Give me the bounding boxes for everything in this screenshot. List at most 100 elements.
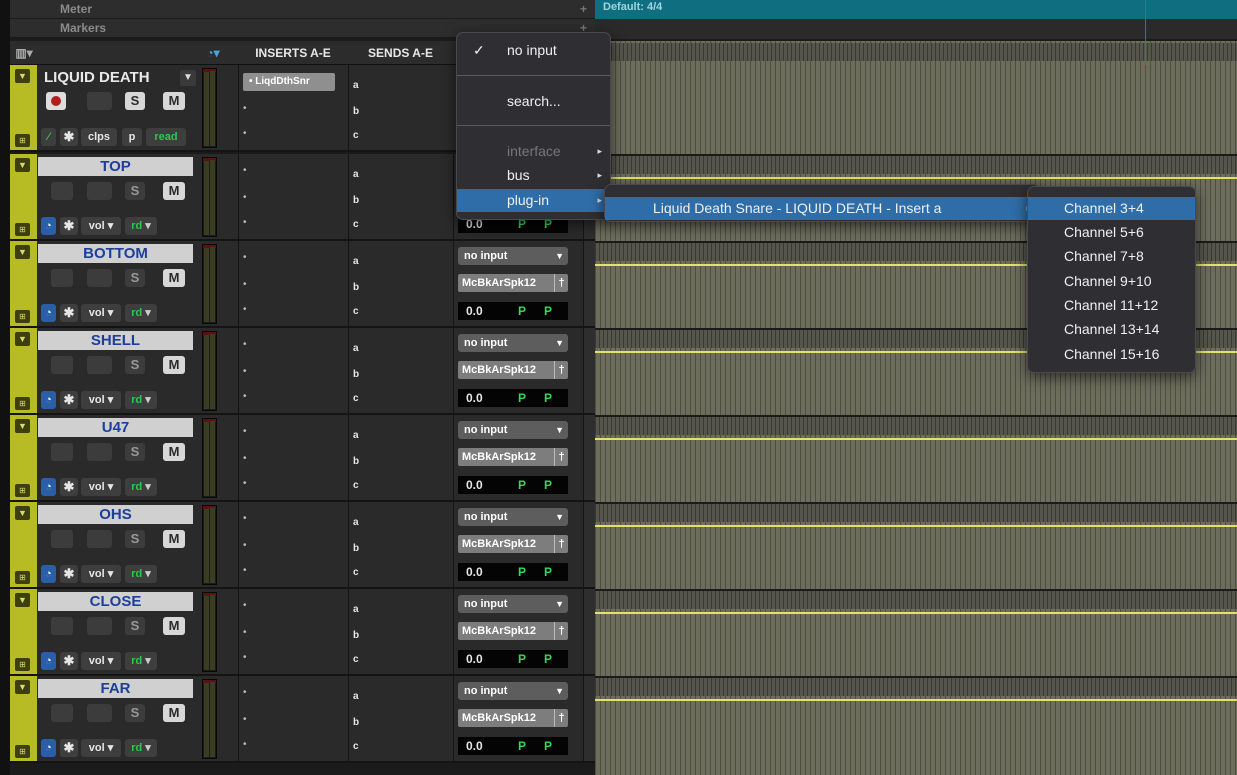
volume-automation-line[interactable] bbox=[595, 438, 1237, 440]
track-view-selector[interactable]: vol ▾ bbox=[81, 391, 121, 409]
send-a[interactable]: a bbox=[353, 514, 443, 532]
volume-automation-line[interactable] bbox=[595, 177, 1237, 179]
send-a[interactable]: a bbox=[353, 340, 443, 358]
send-b[interactable]: b bbox=[353, 192, 443, 210]
send-b[interactable]: b bbox=[353, 714, 443, 732]
input-monitor-button[interactable] bbox=[87, 443, 112, 461]
send-c[interactable]: c bbox=[353, 127, 443, 145]
output-selector[interactable]: McBkArSpk12 † bbox=[458, 448, 568, 466]
insert-c[interactable]: • bbox=[243, 214, 339, 232]
track-color-icon[interactable]: ◔ bbox=[41, 217, 56, 235]
menu-item-plug-in[interactable]: plug-in ▸ bbox=[457, 189, 610, 212]
freeze-icon[interactable]: ✱ bbox=[60, 478, 78, 496]
track-name[interactable]: BOTTOM bbox=[38, 244, 193, 263]
track-resize-edge[interactable] bbox=[583, 676, 595, 761]
track-shell[interactable]: ▼ ⊞ SHELL S M ◔ ✱ vol ▾ rd ▾ • • • a b c … bbox=[10, 328, 595, 415]
solo-button[interactable]: S bbox=[125, 182, 145, 200]
send-b[interactable]: b bbox=[353, 627, 443, 645]
track-name[interactable]: OHS bbox=[38, 505, 193, 524]
record-button[interactable] bbox=[51, 443, 73, 461]
collapse-icon[interactable]: ▼ bbox=[15, 332, 30, 346]
collapse-icon[interactable]: ▼ bbox=[15, 245, 30, 259]
track-resize-edge[interactable] bbox=[583, 328, 595, 413]
insert-b[interactable]: • bbox=[243, 711, 339, 729]
volume-display[interactable]: 0.0 P P bbox=[458, 737, 568, 755]
freeze-icon[interactable]: ✱ bbox=[60, 391, 78, 409]
sends-header[interactable]: SENDS A-E bbox=[348, 41, 453, 65]
send-a[interactable]: a bbox=[353, 601, 443, 619]
solo-button[interactable]: S bbox=[125, 704, 145, 722]
send-b[interactable]: b bbox=[353, 540, 443, 558]
insert-b[interactable]: • bbox=[243, 363, 339, 381]
send-b[interactable]: b bbox=[353, 366, 443, 384]
automation-mode-button[interactable]: rd ▾ bbox=[125, 478, 157, 496]
mute-button[interactable]: M bbox=[163, 92, 185, 110]
insert-b[interactable]: • bbox=[243, 276, 339, 294]
collapse-icon[interactable]: ▼ bbox=[15, 158, 30, 172]
input-monitor-button[interactable] bbox=[87, 92, 112, 110]
playlist-button[interactable]: p bbox=[122, 128, 142, 146]
send-c[interactable]: c bbox=[353, 303, 443, 321]
solo-button[interactable]: S bbox=[125, 617, 145, 635]
insert-a[interactable]: • bbox=[243, 423, 339, 441]
track-name[interactable]: SHELL bbox=[38, 331, 193, 350]
collapse-icon[interactable]: ▼ bbox=[15, 419, 30, 433]
inserts-header[interactable]: INSERTS A-E bbox=[238, 41, 348, 65]
track-name-dropdown-icon[interactable]: ▼ bbox=[180, 70, 196, 86]
collapse-icon[interactable]: ▼ bbox=[15, 506, 30, 520]
send-b[interactable]: b bbox=[353, 453, 443, 471]
output-selector[interactable]: McBkArSpk12 † bbox=[458, 274, 568, 292]
send-a[interactable]: a bbox=[353, 77, 443, 95]
menu-item-channel-9-10[interactable]: Channel 9+10 bbox=[1028, 270, 1195, 293]
send-c[interactable]: c bbox=[353, 564, 443, 582]
track-name[interactable]: CLOSE bbox=[38, 592, 193, 611]
mute-button[interactable]: M bbox=[163, 704, 185, 722]
mute-button[interactable]: M bbox=[163, 530, 185, 548]
record-button[interactable] bbox=[46, 92, 66, 110]
folder-icon[interactable]: ⊞ bbox=[15, 658, 30, 671]
folder-icon[interactable]: ⊞ bbox=[15, 571, 30, 584]
track-color-icon[interactable]: ◔ bbox=[41, 478, 56, 496]
track-view-selector[interactable]: vol ▾ bbox=[81, 739, 121, 757]
record-button[interactable] bbox=[51, 530, 73, 548]
freeze-icon[interactable]: ✱ bbox=[60, 739, 78, 757]
track-color-icon[interactable]: ◔ bbox=[41, 739, 56, 757]
insert-a[interactable]: • LiqdDthSnr bbox=[243, 73, 335, 91]
edit-tool-icon[interactable]: ⁄ bbox=[41, 128, 56, 146]
send-c[interactable]: c bbox=[353, 390, 443, 408]
send-a[interactable]: a bbox=[353, 253, 443, 271]
track-view-selector[interactable]: vol ▾ bbox=[81, 652, 121, 670]
record-button[interactable] bbox=[51, 704, 73, 722]
automation-mode-button[interactable]: rd ▾ bbox=[125, 217, 157, 235]
collapse-icon[interactable]: ▼ bbox=[15, 69, 30, 83]
menu-item-channel-7-8[interactable]: Channel 7+8 bbox=[1028, 245, 1195, 268]
input-monitor-button[interactable] bbox=[87, 182, 112, 200]
track-resize-edge[interactable] bbox=[583, 415, 595, 500]
input-monitor-button[interactable] bbox=[87, 269, 112, 287]
add-meter-button[interactable]: + bbox=[580, 0, 587, 19]
track-color-icon[interactable]: ◔ bbox=[41, 304, 56, 322]
input-monitor-button[interactable] bbox=[87, 530, 112, 548]
clips-view-button[interactable]: clps bbox=[81, 128, 117, 146]
menu-item-no-input[interactable]: ✓ no input bbox=[457, 39, 610, 62]
solo-button[interactable]: S bbox=[125, 92, 145, 110]
solo-button[interactable]: S bbox=[125, 269, 145, 287]
insert-c[interactable]: • bbox=[243, 388, 339, 406]
input-selector[interactable]: no input ▼ bbox=[458, 682, 568, 700]
track-name[interactable]: U47 bbox=[38, 418, 193, 437]
send-c[interactable]: c bbox=[353, 651, 443, 669]
volume-display[interactable]: 0.0 P P bbox=[458, 563, 568, 581]
output-selector[interactable]: McBkArSpk12 † bbox=[458, 535, 568, 553]
volume-display[interactable]: 0.0 P P bbox=[458, 476, 568, 494]
output-selector[interactable]: McBkArSpk12 † bbox=[458, 361, 568, 379]
menu-item-channel-11-12[interactable]: Channel 11+12 bbox=[1028, 294, 1195, 317]
track-color-icon[interactable]: ◔ bbox=[41, 652, 56, 670]
menu-item-channel-3-4[interactable]: Channel 3+4 bbox=[1028, 197, 1195, 220]
insert-a[interactable]: • bbox=[243, 336, 339, 354]
insert-c[interactable]: • bbox=[243, 301, 339, 319]
volume-automation-line[interactable] bbox=[595, 612, 1237, 614]
collapse-icon[interactable]: ▼ bbox=[15, 680, 30, 694]
track-ohs[interactable]: ▼ ⊞ OHS S M ◔ ✱ vol ▾ rd ▾ • • • a b c no… bbox=[10, 502, 595, 589]
insert-a[interactable]: • bbox=[243, 510, 339, 528]
insert-b[interactable]: • bbox=[243, 450, 339, 468]
